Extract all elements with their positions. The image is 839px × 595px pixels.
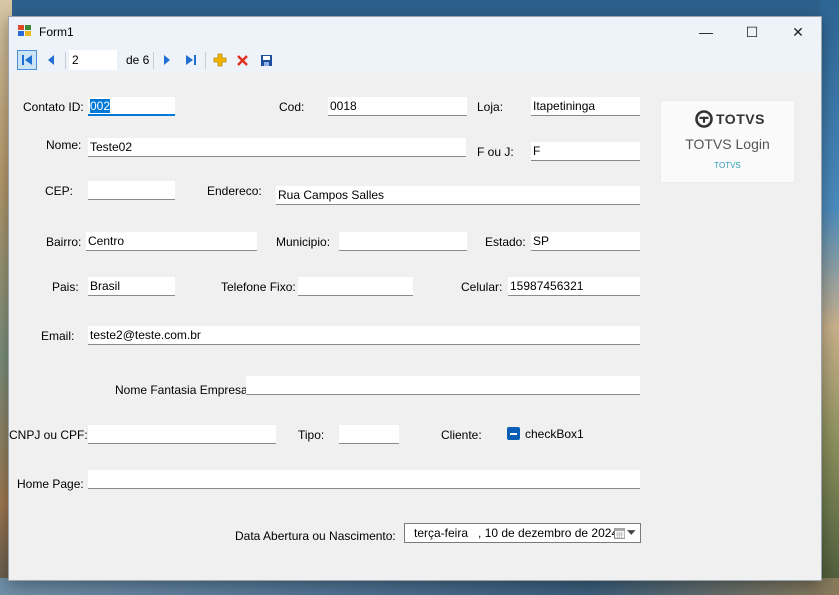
toolbar-separator (153, 52, 154, 69)
bairro-label: Bairro: (46, 235, 82, 249)
chevron-down-icon (627, 530, 636, 535)
f-ou-j-label: F ou J: (477, 145, 514, 159)
celular-label: Celular: (461, 280, 503, 294)
pais-field[interactable]: Brasil (88, 277, 175, 296)
next-icon (164, 55, 170, 65)
title-bar[interactable]: Form1 — ☐ ✕ (9, 17, 821, 47)
totvs-login-panel[interactable]: TOTVS TOTVS Login TOTVS (660, 100, 795, 183)
data-abertura-datepicker[interactable]: terça-feira , 10 de dezembro de 2024 (404, 523, 641, 543)
delete-icon (236, 54, 248, 66)
close-button[interactable]: ✕ (775, 17, 821, 47)
move-next-button[interactable] (157, 50, 177, 70)
move-last-button[interactable] (181, 50, 201, 70)
nome-fantasia-field[interactable] (246, 376, 640, 395)
desktop-wallpaper-right (820, 0, 839, 595)
count-label: de 6 (126, 53, 150, 67)
toolbar-separator (205, 52, 206, 69)
add-icon (213, 53, 227, 67)
contato-id-label: Contato ID: (23, 100, 84, 114)
move-previous-button[interactable] (41, 50, 61, 70)
checkbox1-label[interactable]: checkBox1 (525, 427, 584, 441)
position-input[interactable] (69, 50, 117, 70)
toolbar-separator (65, 52, 66, 69)
totvs-logo-text: TOTVS (716, 111, 765, 127)
endereco-field[interactable]: Rua Campos Salles (276, 186, 640, 205)
cod-field[interactable]: 0018 (328, 97, 467, 116)
cliente-checkbox[interactable] (507, 427, 520, 440)
home-page-field[interactable] (88, 470, 640, 489)
nome-label: Nome: (46, 138, 82, 152)
save-icon (260, 54, 272, 66)
calendar-dropdown-button[interactable] (614, 526, 636, 540)
nome-field[interactable]: Teste02 (88, 138, 466, 157)
minimize-icon: — (699, 24, 713, 40)
contato-id-field[interactable]: 002 (88, 97, 175, 116)
cnpj-cpf-field[interactable] (88, 425, 276, 444)
maximize-button[interactable]: ☐ (729, 17, 775, 47)
data-abertura-label: Data Abertura ou Nascimento: (235, 529, 396, 543)
cep-label: CEP: (45, 184, 74, 198)
last-icon (186, 55, 196, 65)
pais-label: Pais: (52, 280, 79, 294)
tipo-field[interactable] (339, 425, 399, 444)
save-button[interactable] (256, 50, 276, 70)
endereco-label: Endereco: (207, 184, 262, 198)
cliente-label: Cliente: (441, 428, 482, 442)
close-icon: ✕ (792, 23, 804, 40)
estado-field[interactable]: SP (531, 232, 640, 251)
municipio-label: Municipio: (276, 235, 331, 249)
email-label: Email: (41, 329, 75, 343)
loja-field[interactable]: Itapetininga (531, 97, 640, 116)
datepicker-value: terça-feira , 10 de dezembro de 2024 (414, 526, 619, 540)
prev-icon (48, 55, 54, 65)
cnpj-cpf-label: CNPJ ou CPF: (9, 428, 88, 442)
totvs-login-title: TOTVS Login (685, 136, 770, 152)
maximize-icon: ☐ (745, 23, 759, 40)
cod-label: Cod: (279, 100, 305, 114)
totvs-logo: TOTVS (695, 110, 765, 128)
delete-button[interactable] (232, 50, 252, 70)
email-field[interactable]: teste2@teste.com.br (88, 326, 640, 345)
nome-fantasia-label: Nome Fantasia Empresa: (115, 383, 252, 397)
indeterminate-icon (510, 432, 517, 435)
window-title: Form1 (39, 25, 74, 39)
f-ou-j-field[interactable]: F (531, 142, 640, 161)
totvs-logo-icon (695, 110, 713, 128)
app-icon (18, 25, 32, 37)
first-icon (22, 55, 32, 65)
telefone-fixo-label: Telefone Fixo: (221, 280, 296, 294)
totvs-login-subtitle: TOTVS (714, 161, 741, 170)
form1-window: Form1 — ☐ ✕ de 6 Contato ID: (8, 16, 822, 581)
cep-field[interactable] (88, 181, 175, 200)
estado-label: Estado: (485, 235, 526, 249)
home-page-label: Home Page: (17, 477, 84, 491)
add-new-button[interactable] (210, 50, 230, 70)
bairro-field[interactable]: Centro (86, 232, 257, 251)
telefone-fixo-field[interactable] (298, 277, 413, 296)
minimize-button[interactable]: — (683, 17, 729, 47)
move-first-button[interactable] (17, 50, 37, 70)
loja-label: Loja: (477, 100, 504, 114)
binding-navigator: de 6 (9, 47, 821, 73)
tipo-label: Tipo: (298, 428, 325, 442)
calendar-icon (614, 528, 626, 539)
celular-field[interactable]: 15987456321 (508, 277, 640, 296)
municipio-field[interactable] (339, 232, 467, 251)
